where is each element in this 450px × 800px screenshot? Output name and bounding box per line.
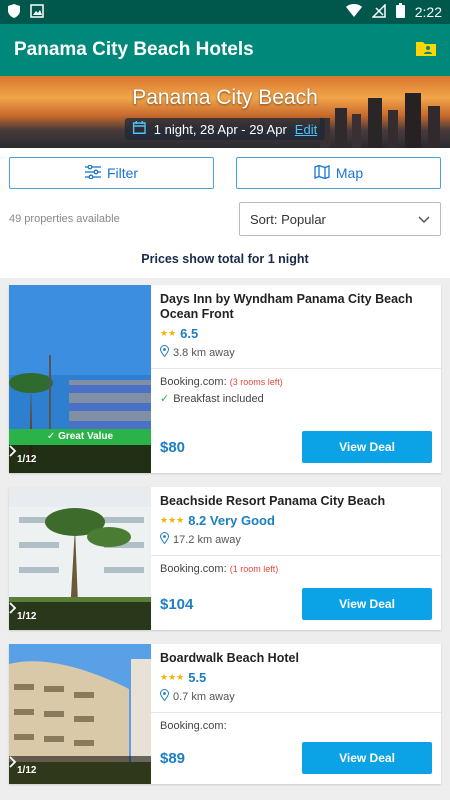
hotel-rating: ★★ 6.5 [160,326,432,341]
hotel-distance: 17.2 km away [159,532,432,547]
image-icon [30,3,44,21]
filter-map-bar: Filter Map [0,148,450,198]
review-score: 6.5 [180,326,199,341]
calendar-icon [132,121,146,137]
hotel-rating: ★★★ 5.5 [160,670,432,685]
chevron-down-icon [418,212,430,227]
hotel-card[interactable]: ✓ Great Value 1/12 Days Inn by Wyndham P… [9,285,441,473]
map-label: Map [335,165,364,181]
distance-text: 0.7 km away [173,690,235,703]
hotel-list: ✓ Great Value 1/12 Days Inn by Wyndham P… [0,278,450,784]
map-button[interactable]: Map [236,157,441,189]
shield-icon [8,3,20,21]
sort-label: Sort: Popular [250,211,326,227]
destination-hero: Panama City Beach 1 night, 28 Apr - 29 A… [0,76,450,148]
app-bar: Panama City Beach Hotels [0,24,450,76]
star-rating: ★★★ [160,515,185,525]
filter-sliders-icon [84,164,101,182]
hotel-name[interactable]: Boardwalk Beach Hotel [160,651,432,666]
location-pin-icon [159,689,170,704]
filter-label: Filter [106,165,139,181]
hotel-price: $80 [160,438,186,456]
edit-dates-link[interactable]: Edit [295,122,317,137]
hotel-info: Beachside Resort Panama City Beach ★★★ 8… [151,487,441,630]
hotel-card[interactable]: 1/12 Boardwalk Beach Hotel ★★★ 5.5 0.7 k… [9,644,441,784]
provider-name: Booking.com: [160,563,227,575]
price-note: Prices show total for 1 night [0,240,450,278]
map-icon [314,164,330,182]
hotel-photo[interactable]: 1/12 [9,487,151,630]
contact-folder-icon[interactable] [416,40,436,61]
property-count: 49 properties available [9,213,120,225]
provider-line: Booking.com: [160,720,432,732]
rooms-left: (1 room left) [229,564,279,574]
provider-name: Booking.com: [160,376,227,388]
destination-name: Panama City Beach [132,86,318,109]
hotel-rating: ★★★ 8.2 Very Good [160,513,432,528]
hotel-info: Boardwalk Beach Hotel ★★★ 5.5 0.7 km awa… [151,644,441,784]
perk-line: ✓ Breakfast included [160,392,432,406]
checkmark-icon: ✓ [160,393,170,405]
location-pin-icon [159,345,170,360]
status-time: 2:22 [414,4,442,20]
provider-line: Booking.com: (3 rooms left) [160,376,432,388]
photo-pager: 1/12 [9,602,151,630]
wifi-icon [345,3,362,21]
status-bar: 2:22 [0,0,450,24]
photo-pager: 1/12 [9,445,151,473]
distance-text: 3.8 km away [173,346,235,359]
hotel-name[interactable]: Beachside Resort Panama City Beach [160,494,432,509]
review-score: 5.5 [188,670,207,685]
date-selector[interactable]: 1 night, 28 Apr - 29 Apr Edit [124,118,326,140]
price-row: $80 View Deal [160,431,432,463]
great-value-badge: ✓ Great Value [9,429,151,445]
photo-counter: 1/12 [17,453,37,465]
divider [151,368,441,369]
page-title: Panama City Beach Hotels [14,39,254,60]
sort-dropdown[interactable]: Sort: Popular [239,202,441,236]
filter-button[interactable]: Filter [9,157,214,189]
rooms-left: (3 rooms left) [229,377,283,387]
hotel-price: $89 [160,749,186,767]
divider [151,555,441,556]
photo-pager: 1/12 [9,756,151,784]
provider-name: Booking.com: [160,720,227,732]
price-row: $89 View Deal [160,742,432,774]
price-row: $104 View Deal [160,588,432,620]
review-score: 8.2 Very Good [188,513,275,528]
photo-counter: 1/12 [17,610,37,622]
battery-icon [395,3,405,21]
location-pin-icon [159,532,170,547]
star-rating: ★★★ [160,672,185,682]
hotel-photo[interactable]: 1/12 [9,644,151,784]
divider [151,712,441,713]
perk-text: Breakfast included [173,392,264,405]
distance-text: 17.2 km away [173,533,241,546]
date-range-text: 1 night, 28 Apr - 29 Apr [153,121,287,137]
provider-line: Booking.com: (1 room left) [160,563,432,575]
signal-icon [370,2,386,21]
hotel-distance: 0.7 km away [159,689,432,704]
star-rating: ★★ [160,328,177,338]
hotel-name[interactable]: Days Inn by Wyndham Panama City Beach Oc… [160,292,432,322]
view-deal-button[interactable]: View Deal [302,431,432,463]
view-deal-button[interactable]: View Deal [302,588,432,620]
results-sort-row: 49 properties available Sort: Popular [0,198,450,240]
view-deal-button[interactable]: View Deal [302,742,432,774]
hotel-photo[interactable]: ✓ Great Value 1/12 [9,285,151,473]
hotel-distance: 3.8 km away [159,345,432,360]
hotel-price: $104 [160,595,194,613]
hotel-info: Days Inn by Wyndham Panama City Beach Oc… [151,285,441,473]
hotel-card[interactable]: 1/12 Beachside Resort Panama City Beach … [9,487,441,630]
photo-counter: 1/12 [17,764,37,776]
